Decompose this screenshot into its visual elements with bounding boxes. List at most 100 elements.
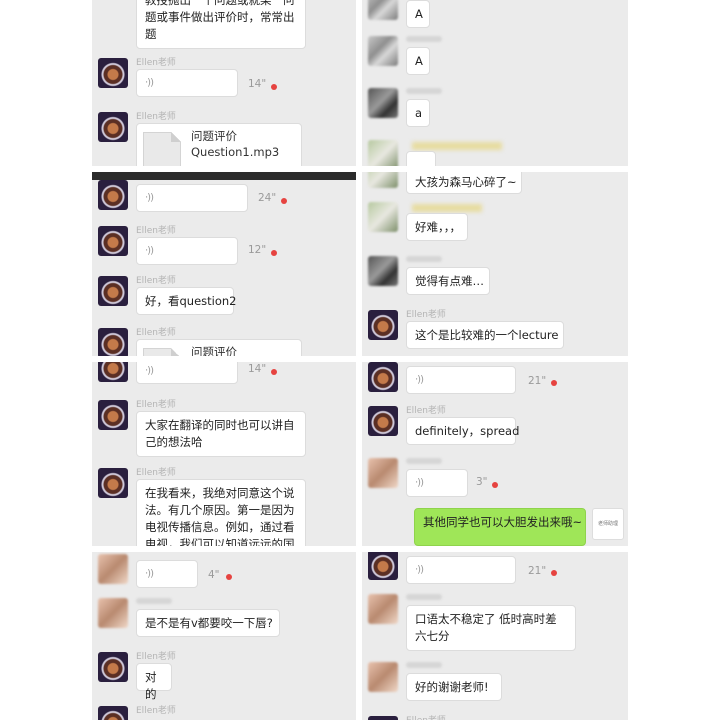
teacher-avatar[interactable]	[98, 400, 128, 430]
voice-message: ·)) 21"	[368, 362, 624, 398]
file-bubble[interactable]: 问题评价	[136, 339, 302, 356]
student-avatar[interactable]	[368, 458, 398, 488]
message-bubble[interactable]	[406, 151, 436, 166]
teacher-avatar[interactable]	[98, 226, 128, 256]
voice-bubble[interactable]: ·))	[136, 362, 238, 384]
self-avatar-text: 老师助理	[597, 521, 618, 527]
sender-name: Ellen老师	[136, 276, 176, 286]
file-bubble[interactable]: 问题评价 Question1.mp3	[136, 123, 302, 166]
student-avatar[interactable]	[368, 594, 398, 624]
unread-dot	[271, 369, 277, 375]
sender-name: Ellen老师	[136, 400, 176, 410]
teacher-avatar[interactable]	[368, 716, 398, 720]
message-text: definitely，spread	[415, 424, 520, 438]
message-bubble[interactable]: a	[406, 99, 430, 127]
sender-name: Ellen老师	[136, 112, 176, 122]
student-avatar[interactable]	[98, 554, 128, 584]
sender-name: Ellen老师	[136, 468, 176, 478]
text-message: 觉得有点难…	[368, 256, 624, 302]
self-message-bubble[interactable]: 其他同学也可以大胆发出来哦~	[414, 508, 586, 546]
chat-panel-7: ·)) 21" Ellen老师 definitely，spread ·)) 3"…	[362, 362, 628, 546]
text-message: Ellen老师 definitely，spread	[368, 406, 624, 452]
student-avatar[interactable]	[368, 0, 398, 20]
student-avatar[interactable]	[368, 172, 398, 188]
message-bubble[interactable]: definitely，spread	[406, 417, 520, 445]
message-text: A	[415, 7, 423, 21]
chat-panel-4: ·)) 4" 是不是有v都要咬一下唇? Ellen老师 对的 Ellen老师	[92, 552, 356, 720]
text-message: 好的谢谢老师!	[368, 662, 624, 708]
chat-panel-2: ·)) 24" Ellen老师 ·)) 12" Ellen老师 好，看quest…	[92, 172, 356, 356]
message-bubble[interactable]: A	[406, 0, 430, 28]
student-avatar[interactable]	[368, 202, 398, 232]
voice-duration: 24"	[258, 192, 277, 204]
message-bubble[interactable]: 在我看来，我绝对同意这个说法。有几个原因。第一是因为电视传播信息。例如，通过看电…	[136, 479, 306, 546]
voice-bubble[interactable]: ·))	[406, 366, 516, 394]
panel-top-bar	[92, 172, 356, 180]
teacher-avatar[interactable]	[98, 362, 128, 382]
message-bubble[interactable]: 好，看question2	[136, 287, 237, 315]
message-bubble[interactable]: 好难，，，	[406, 213, 468, 241]
message-bubble[interactable]: 是不是有v都要咬一下唇?	[136, 609, 280, 637]
voice-wave-icon: ·))	[145, 245, 154, 257]
teacher-avatar[interactable]	[98, 58, 128, 88]
teacher-avatar[interactable]	[98, 468, 128, 498]
voice-message: ·)) 24"	[98, 180, 352, 218]
student-avatar[interactable]	[368, 662, 398, 692]
audio-file-icon	[143, 348, 181, 356]
message-bubble[interactable]: 这个是比较难的一个lecture	[406, 321, 564, 349]
teacher-avatar[interactable]	[368, 406, 398, 436]
message-text: 在我看来，我绝对同意这个说法。有几个原因。第一是因为电视传播信息。例如，通过看电…	[145, 486, 295, 546]
voice-bubble[interactable]: ·))	[406, 469, 468, 497]
voice-duration: 21"	[528, 375, 547, 387]
voice-message: ·)) 21"	[368, 552, 624, 588]
unread-dot	[226, 574, 232, 580]
message-partial	[368, 140, 624, 166]
message-bubble[interactable]: 教授抛出一个问题或就某一问题或事件做出评价时，常常出题	[136, 0, 306, 49]
chat-panel-3: ·)) 14" Ellen老师 大家在翻译的同时也可以讲自己的想法哈 Ellen…	[92, 362, 356, 546]
teacher-avatar[interactable]	[98, 276, 128, 306]
voice-bubble[interactable]: ·))	[136, 184, 248, 212]
voice-bubble[interactable]: ·))	[136, 69, 238, 97]
message-text: 觉得有点难…	[415, 274, 484, 288]
text-message: 口语太不稳定了 低时高时差六七分	[368, 594, 624, 654]
teacher-avatar[interactable]	[368, 552, 398, 580]
message-bubble[interactable]: A	[406, 47, 430, 75]
sender-name-blurred	[406, 594, 442, 600]
text-message: Ellen老师 在我看来，我绝对同意这个说法。有几个原因。第一是因为电视传播信息…	[98, 468, 352, 546]
voice-bubble[interactable]: ·))	[136, 237, 238, 265]
message-text: 其他同学也可以大胆发出来哦~	[423, 515, 583, 529]
message-text: 口语太不稳定了 低时高时差六七分	[415, 612, 557, 643]
message-bubble[interactable]: 大家在翻译的同时也可以讲自己的想法哈	[136, 411, 306, 457]
teacher-avatar[interactable]	[98, 112, 128, 142]
text-message: Ellen老师 大家在翻译的同时也可以讲自己的想法哈	[98, 400, 352, 460]
teacher-avatar[interactable]	[98, 652, 128, 682]
message-bubble[interactable]: 对的	[136, 663, 172, 701]
message-bubble[interactable]: 口语太不稳定了 低时高时差六七分	[406, 605, 576, 651]
student-avatar[interactable]	[368, 88, 398, 118]
sender-name: Ellen老师	[136, 706, 176, 716]
student-avatar[interactable]	[98, 598, 128, 628]
message-text: 这个是比较难的一个lecture	[415, 328, 559, 342]
teacher-avatar[interactable]	[98, 706, 128, 720]
teacher-avatar[interactable]	[98, 180, 128, 210]
message-bubble[interactable]: 好的谢谢老师!	[406, 673, 502, 701]
message-partial: Ellen老师	[368, 716, 624, 720]
voice-wave-icon: ·))	[145, 192, 154, 204]
student-avatar[interactable]	[368, 36, 398, 66]
file-title: 问题评价	[191, 345, 237, 356]
message-bubble[interactable]: 大孩为森马心碎了~	[406, 172, 522, 194]
unread-dot	[271, 84, 277, 90]
student-avatar[interactable]	[368, 140, 398, 166]
teacher-avatar[interactable]	[368, 310, 398, 340]
voice-message: Ellen老师 ·)) 14"	[98, 58, 352, 98]
sender-name: Ellen老师	[406, 310, 446, 320]
student-avatar[interactable]	[368, 256, 398, 286]
voice-bubble[interactable]: ·))	[136, 560, 198, 588]
message-bubble[interactable]: 觉得有点难…	[406, 267, 490, 295]
message-text: 对的	[145, 670, 157, 701]
teacher-avatar[interactable]	[368, 362, 398, 392]
unread-dot	[492, 482, 498, 488]
voice-bubble[interactable]: ·))	[406, 556, 516, 584]
self-avatar[interactable]: 老师助理	[592, 508, 624, 540]
teacher-avatar[interactable]	[98, 328, 128, 356]
